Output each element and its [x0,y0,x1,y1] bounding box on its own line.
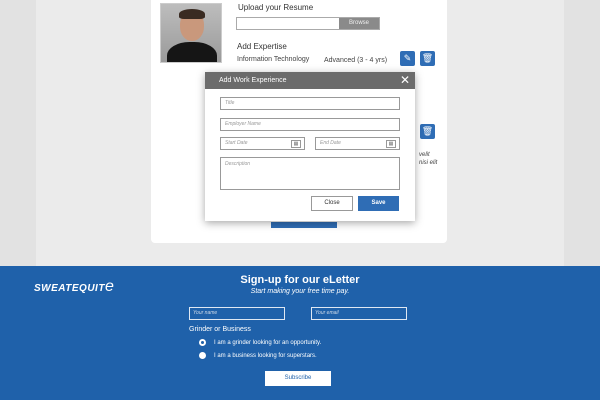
name-placeholder: Your name [193,310,218,316]
close-icon[interactable]: ✕ [400,72,410,89]
background-text-1: velit [419,152,430,158]
radio-button[interactable] [199,352,206,359]
signup-title: Sign-up for our eLetter [240,274,360,286]
signup-subtitle: Start making your free time pay. [250,288,350,295]
footer: SWEATEQUITe Sign-up for our eLetter Star… [0,266,600,400]
modal-title: Add Work Experience [219,77,287,84]
radio-label-business: I am a business looking for superstars. [214,352,317,359]
description-placeholder: Description [225,161,251,167]
start-date-placeholder: Start Date [225,140,248,146]
close-button[interactable]: Close [311,196,353,211]
radio-button-checked[interactable] [199,339,206,346]
start-date-input[interactable]: Start Date ▦ [220,137,305,150]
hidden-submit-button[interactable] [271,222,337,228]
add-work-experience-modal: Add Work Experience ✕ Title Employer Nam… [205,72,415,221]
radio-label-grinder: I am a grinder looking for an opportunit… [214,339,322,346]
pencil-icon[interactable]: ✎ [400,51,415,66]
employer-placeholder: Employer Name [225,121,261,127]
email-input[interactable]: Your email [311,307,407,320]
subscribe-button[interactable]: Subscribe [265,371,331,386]
calendar-icon[interactable]: ▦ [291,140,301,148]
email-placeholder: Your email [315,310,339,316]
upload-resume-label: Upload your Resume [238,3,314,12]
end-date-placeholder: End Date [320,140,341,146]
browse-button[interactable]: Browse [339,18,379,29]
save-button[interactable]: Save [358,196,399,211]
modal-header: Add Work Experience ✕ [205,72,415,89]
grinder-business-label: Grinder or Business [189,326,251,333]
trash-icon[interactable]: 🗑 [420,51,435,66]
resume-file-input[interactable]: Browse [236,17,380,30]
background-text-2: nisi elit [419,160,438,166]
employer-input[interactable]: Employer Name [220,118,400,131]
title-input[interactable]: Title [220,97,400,110]
expertise-field: Information Technology [237,56,310,63]
trash-icon[interactable]: 🗑 [420,124,435,139]
calendar-icon[interactable]: ▦ [386,140,396,148]
add-expertise-label: Add Expertise [237,42,287,51]
description-textarea[interactable]: Description [220,157,400,190]
profile-photo [160,3,222,63]
name-input[interactable]: Your name [189,307,285,320]
end-date-input[interactable]: End Date ▦ [315,137,400,150]
radio-option-grinder[interactable]: I am a grinder looking for an opportunit… [199,339,321,346]
expertise-level: Advanced (3 - 4 yrs) [324,57,388,64]
title-placeholder: Title [225,100,235,106]
radio-option-business[interactable]: I am a business looking for superstars. [199,352,317,359]
